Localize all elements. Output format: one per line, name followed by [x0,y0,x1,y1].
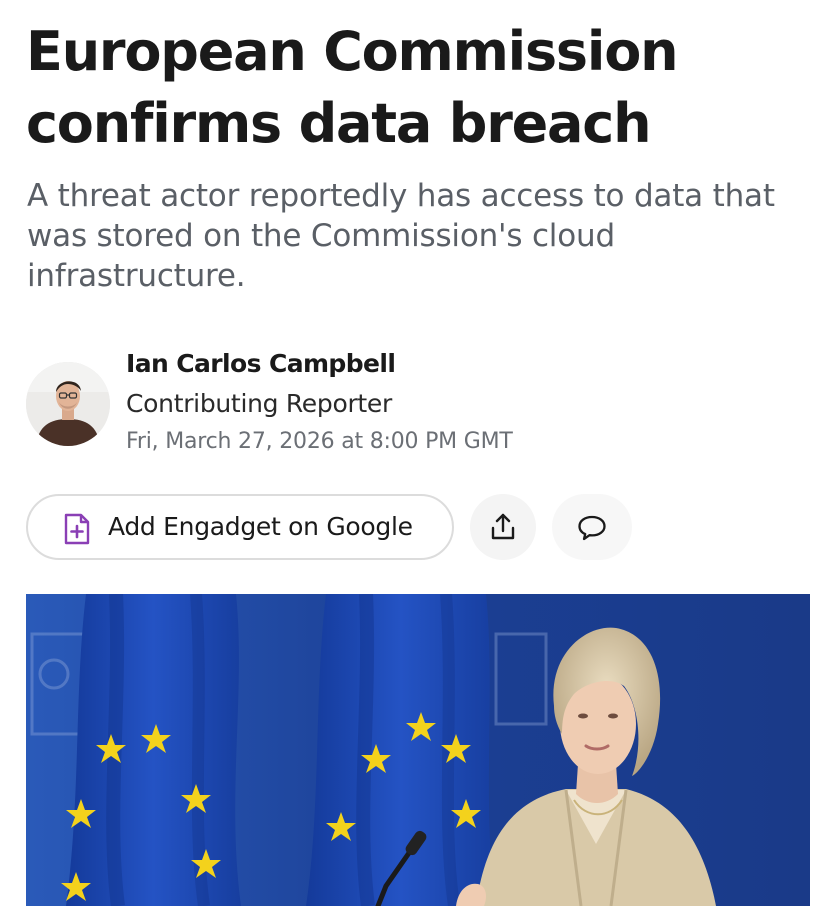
author-role: Contributing Reporter [126,389,392,418]
comments-button[interactable] [552,494,632,560]
author-avatar[interactable] [26,362,110,446]
article-headline: European Commission confirms data breach [26,20,679,155]
eu-flags-speaker-photo [26,594,810,906]
author-byline: Ian Carlos Campbell Contributing Reporte… [26,344,806,464]
add-engadget-on-google-label: Add Engadget on Google [108,512,413,541]
author-photo-icon [26,362,110,446]
author-name[interactable]: Ian Carlos Campbell [126,348,396,380]
article-subheadline: A threat actor reportedly has access to … [27,178,775,294]
publish-date: Fri, March 27, 2026 at 8:00 PM GMT [126,429,513,454]
comment-icon [578,515,606,541]
hero-image[interactable] [26,594,810,906]
add-engadget-on-google-button[interactable]: Add Engadget on Google [26,494,454,560]
share-icon [491,513,515,540]
add-source-doc-icon [64,513,90,545]
share-button[interactable] [470,494,536,560]
